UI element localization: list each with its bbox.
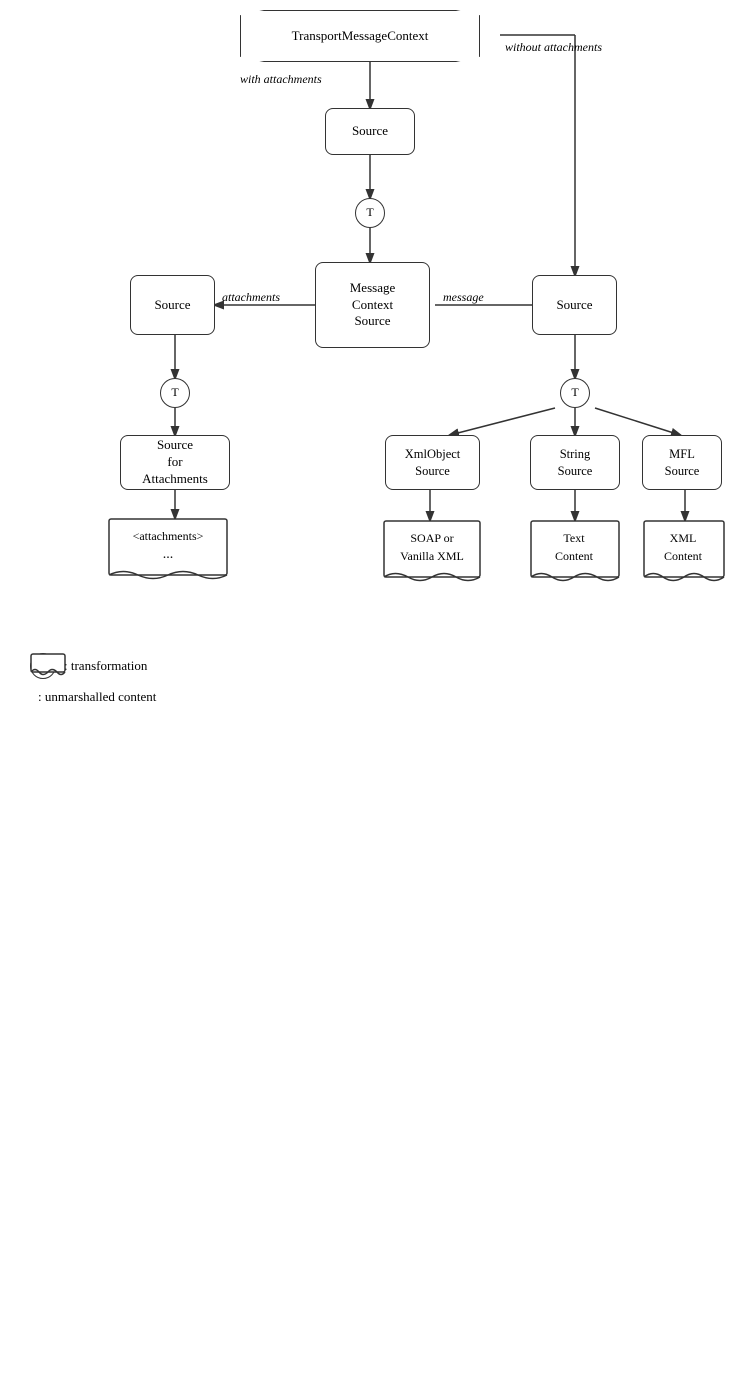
with-attachments-label: with attachments — [240, 72, 322, 87]
source-top-label: Source — [352, 123, 388, 140]
transport-label: TransportMessageContext — [292, 28, 429, 45]
svg-text:...: ... — [163, 547, 174, 562]
legend-transformation: T : transformation — [30, 653, 156, 679]
t-circle-right: T — [560, 378, 590, 408]
source-top-node: Source — [325, 108, 415, 155]
svg-text:SOAP or: SOAP or — [410, 531, 453, 545]
legend-t-circle: T — [30, 653, 56, 679]
soap-vanilla-xml-node: SOAP or Vanilla XML — [383, 520, 481, 588]
source-attachments-label: Source for Attachments — [142, 437, 208, 488]
legend-unmarshalled: : unmarshalled content — [30, 689, 156, 705]
diagram-container: TransportMessageContext with attachments… — [0, 0, 740, 735]
source-attachments-node: Source for Attachments — [120, 435, 230, 490]
text-content-node: Text Content — [530, 520, 620, 588]
svg-text:Text: Text — [563, 531, 585, 545]
svg-text:XML: XML — [670, 531, 697, 545]
mfl-source-label: MFL Source — [665, 446, 700, 479]
msg-context-label: Message Context Source — [350, 280, 396, 331]
message-label: message — [443, 290, 484, 305]
t-top-label: T — [366, 205, 373, 221]
source-left-label: Source — [154, 297, 190, 314]
xmlobject-source-node: XmlObject Source — [385, 435, 480, 490]
source-right-node: Source — [532, 275, 617, 335]
attachments-label: attachments — [222, 290, 280, 305]
legend-transformation-text: : transformation — [64, 658, 147, 674]
string-source-label: String Source — [558, 446, 593, 479]
message-context-source-node: Message Context Source — [315, 262, 430, 348]
transport-message-context-node: TransportMessageContext — [240, 10, 480, 62]
attachments-doc-node: <attachments> ... — [108, 518, 228, 586]
mfl-source-node: MFL Source — [642, 435, 722, 490]
svg-text:<attachments>: <attachments> — [133, 529, 204, 543]
legend: T : transformation : unmarshalled conten… — [30, 653, 156, 715]
svg-text:Content: Content — [664, 549, 703, 563]
string-source-node: String Source — [530, 435, 620, 490]
legend-t-label: T — [39, 659, 46, 674]
t-circle-left: T — [160, 378, 190, 408]
t-right-label: T — [571, 385, 578, 401]
source-right-label: Source — [556, 297, 592, 314]
xml-content-node: XML Content — [643, 520, 725, 588]
source-left-node: Source — [130, 275, 215, 335]
svg-text:Vanilla XML: Vanilla XML — [400, 549, 464, 563]
legend-unmarshalled-text: : unmarshalled content — [38, 689, 156, 705]
xmlobject-source-label: XmlObject Source — [405, 446, 461, 479]
svg-text:Content: Content — [555, 549, 594, 563]
t-circle-top: T — [355, 198, 385, 228]
without-attachments-label: without attachments — [505, 40, 602, 55]
t-left-label: T — [171, 385, 178, 401]
